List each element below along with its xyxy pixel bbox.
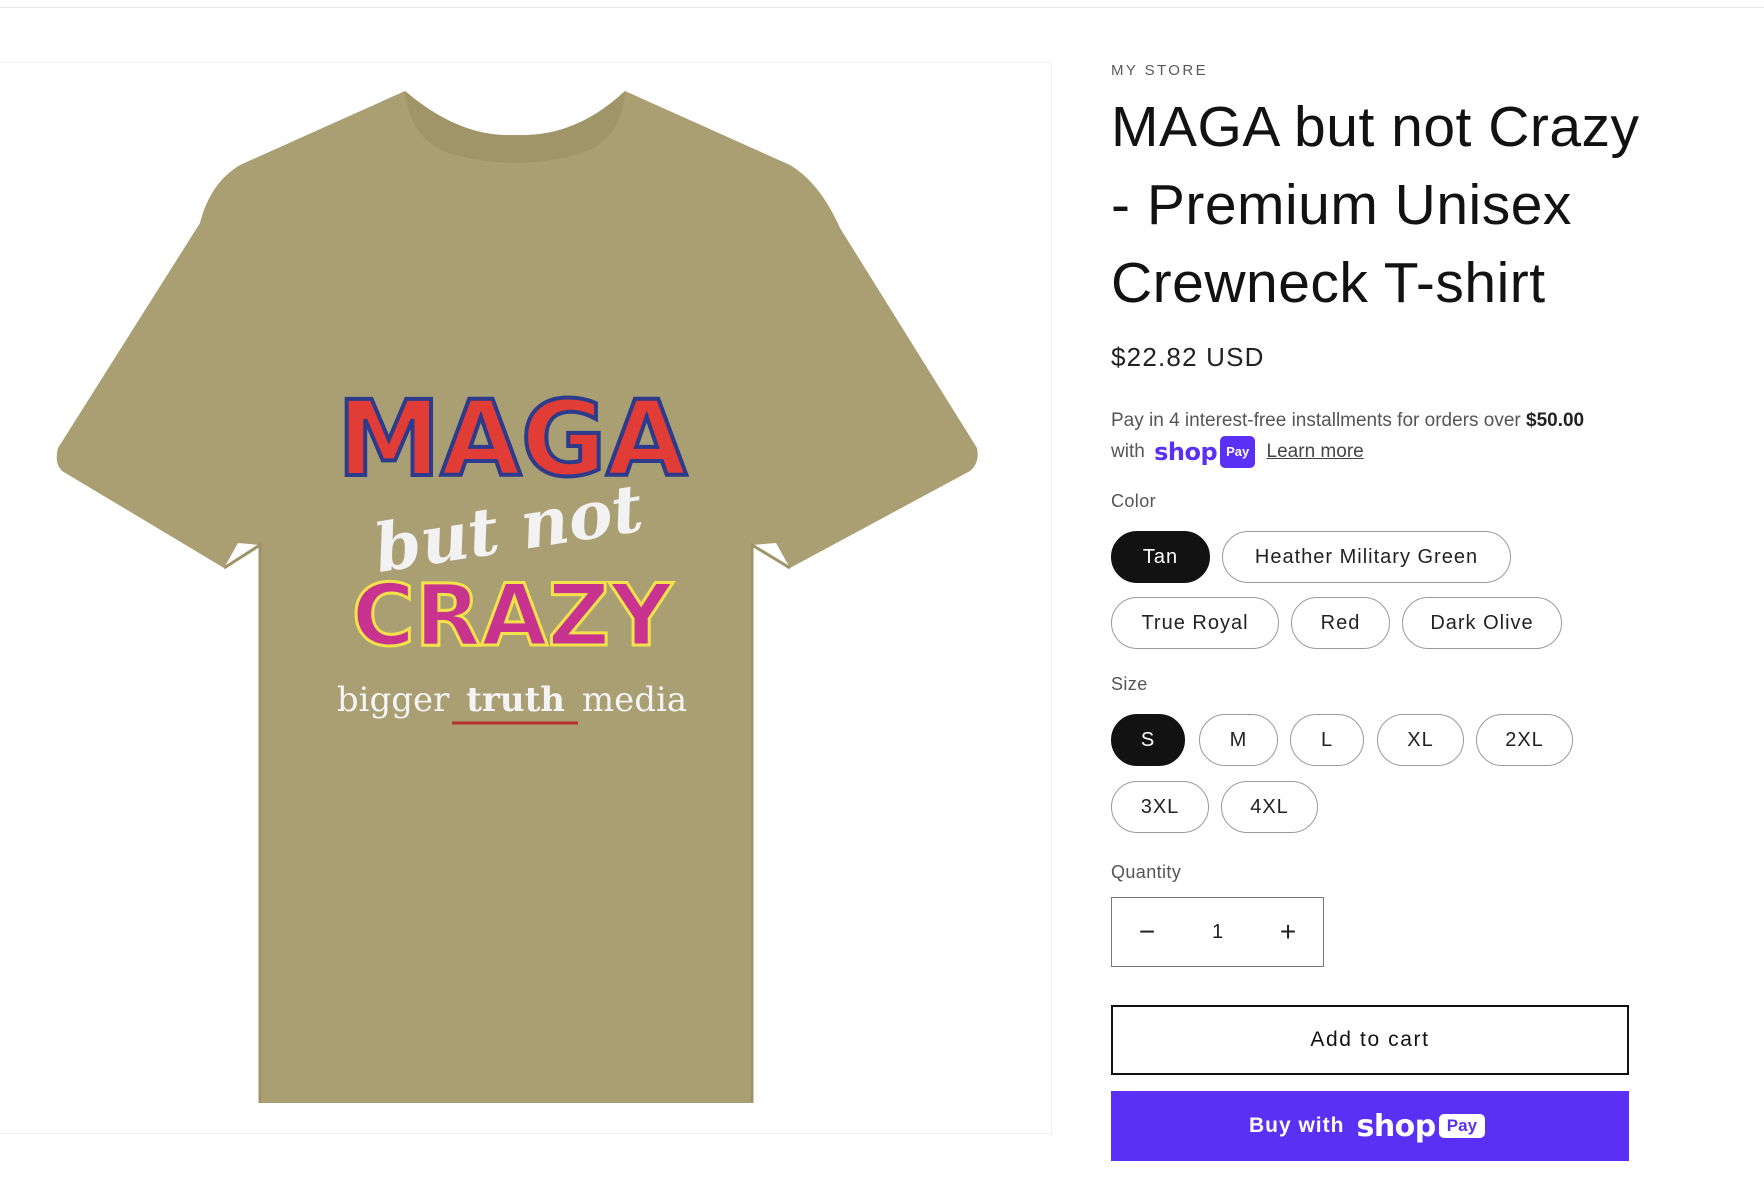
- quantity-input[interactable]: [1185, 919, 1250, 945]
- product-price: $22.82 USD: [1111, 342, 1265, 372]
- shop-pay-logo-button: shop Pay: [1356, 1108, 1486, 1144]
- size-option-l[interactable]: L: [1290, 714, 1364, 766]
- svg-text:bigger truth media: bigger truth media: [337, 680, 687, 720]
- quantity-stepper: − +: [1111, 897, 1324, 967]
- pay-chip: Pay: [1220, 436, 1256, 468]
- installments-amount: $50.00: [1526, 410, 1585, 431]
- color-label: Color: [1111, 491, 1157, 511]
- size-option-xl[interactable]: XL: [1377, 714, 1464, 766]
- installments-text: Pay in 4 interest-free installments for …: [1111, 410, 1527, 431]
- size-option-m[interactable]: M: [1199, 714, 1278, 766]
- size-option-3xl[interactable]: 3XL: [1111, 781, 1209, 833]
- size-option-4xl[interactable]: 4XL: [1221, 781, 1318, 833]
- tshirt-illustration: MAGA but not CRAZY bigger truth media: [56, 91, 978, 1103]
- quantity-decrease-button[interactable]: −: [1112, 898, 1182, 966]
- installments-banner: Pay in 4 interest-free installments for …: [1111, 406, 1631, 468]
- color-option-true-royal[interactable]: True Royal: [1111, 597, 1279, 649]
- buy-with-label: Buy with: [1248, 1114, 1345, 1137]
- size-option-2xl[interactable]: 2XL: [1476, 714, 1573, 766]
- shop-wordmark-button: shop: [1356, 1108, 1436, 1144]
- quantity-label: Quantity: [1111, 862, 1182, 882]
- color-option-red[interactable]: Red: [1291, 597, 1390, 649]
- vendor-label: MY STORE: [1111, 62, 1208, 79]
- shop-pay-logo: shop Pay: [1154, 436, 1256, 468]
- installments-with: with: [1111, 441, 1145, 463]
- product-title: MAGA but not Crazy - Premium Unisex Crew…: [1111, 95, 1640, 315]
- print-bigger: bigger: [337, 680, 450, 720]
- shop-wordmark: shop: [1154, 438, 1218, 466]
- header-divider: [0, 7, 1764, 8]
- learn-more-link[interactable]: Learn more: [1267, 441, 1364, 462]
- print-media: media: [582, 680, 687, 720]
- quantity-increase-button[interactable]: +: [1253, 898, 1323, 966]
- add-to-cart-button[interactable]: Add to cart: [1111, 1005, 1629, 1075]
- size-option-s[interactable]: S: [1111, 714, 1185, 766]
- color-option-heather-military-green[interactable]: Heather Military Green: [1222, 531, 1511, 583]
- color-option-tan[interactable]: Tan: [1111, 531, 1210, 583]
- product-image[interactable]: MAGA but not CRAZY bigger truth media: [0, 62, 1052, 1134]
- print-crazy: CRAZY: [352, 566, 674, 666]
- buy-with-shop-pay-button[interactable]: Buy with shop Pay: [1111, 1091, 1629, 1161]
- print-truth: truth: [466, 680, 565, 720]
- pay-chip-button: Pay: [1438, 1114, 1486, 1138]
- color-option-dark-olive[interactable]: Dark Olive: [1402, 597, 1562, 649]
- size-label: Size: [1111, 674, 1148, 694]
